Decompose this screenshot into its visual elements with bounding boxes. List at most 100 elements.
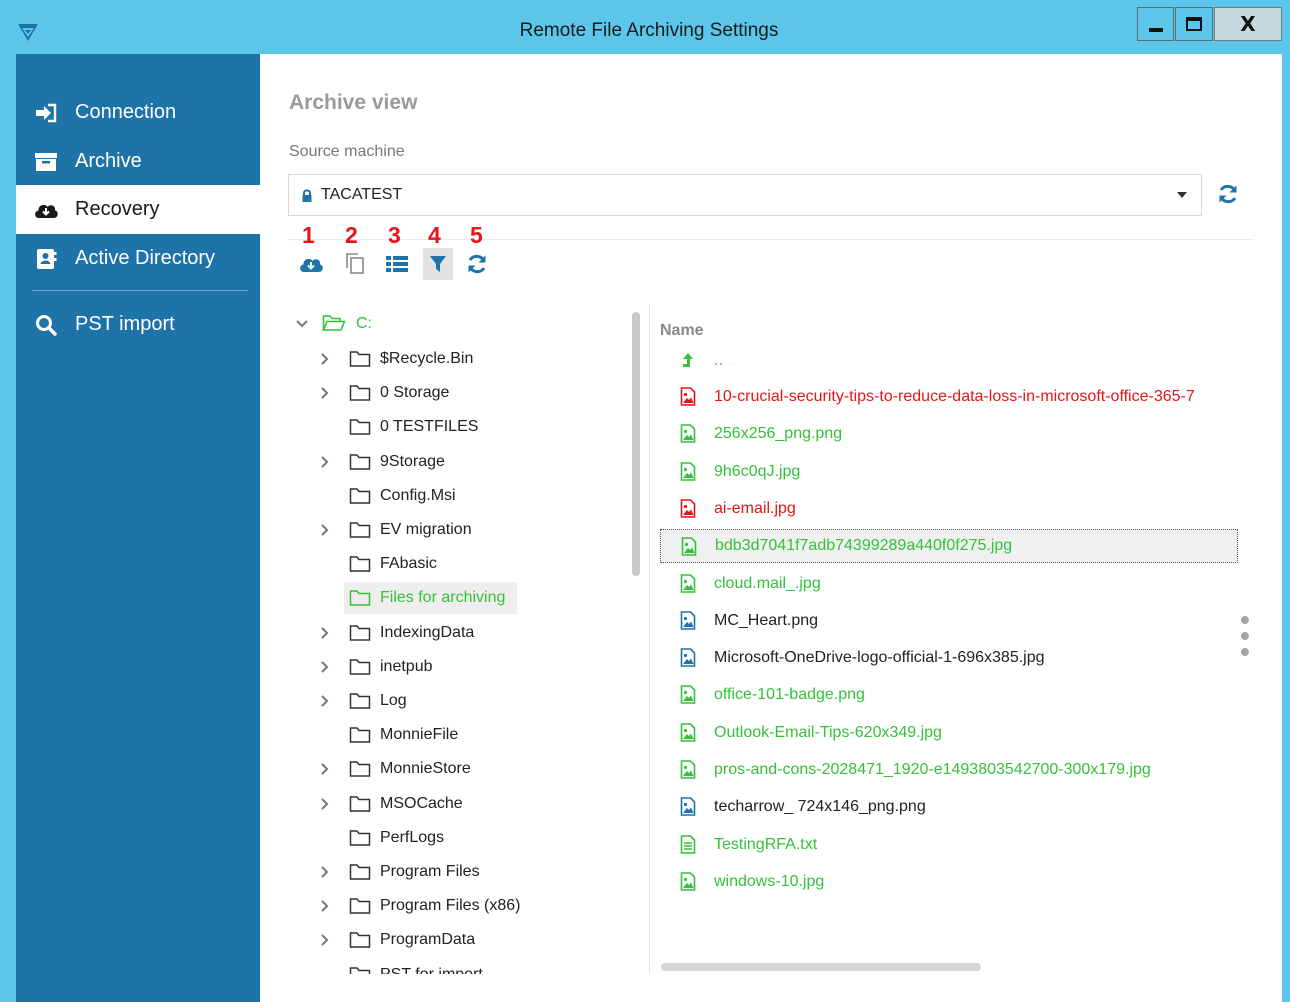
file-row[interactable]: 9h6c0qJ.jpg	[660, 455, 1238, 489]
tree-folder-item[interactable]: PST for import	[260, 960, 630, 974]
file-row[interactable]: TestingRFA.txt	[660, 828, 1238, 862]
tree-folder-label: MonnieFile	[380, 726, 459, 744]
filter-icon	[430, 256, 446, 272]
annotation-number: 5	[470, 222, 483, 248]
sidebar-item-label: PST import	[75, 313, 175, 335]
sidebar-item-archive[interactable]: Archive	[16, 137, 260, 186]
tree-folder-item[interactable]: PerfLogs	[260, 823, 630, 853]
file-row[interactable]: 256x256_png.png	[660, 417, 1238, 451]
image-file-icon	[681, 537, 697, 556]
folder-icon	[349, 624, 371, 641]
copy-button[interactable]	[340, 248, 370, 280]
file-row[interactable]: Outlook-Email-Tips-620x349.jpg	[660, 716, 1238, 750]
chevron-right-icon	[321, 455, 329, 468]
tree-folder-item[interactable]: MonnieStore	[260, 754, 630, 784]
file-row[interactable]: MC_Heart.png	[660, 604, 1238, 638]
tree-folder-label: PerfLogs	[380, 828, 445, 846]
minimize-button[interactable]	[1137, 7, 1174, 41]
more-options-icon[interactable]	[1240, 616, 1250, 664]
tree-folder-item[interactable]: ProgramData	[260, 925, 630, 955]
maximize-button[interactable]	[1175, 7, 1213, 41]
pane-splitter[interactable]	[649, 304, 650, 974]
source-machine-label: Source machine	[289, 143, 405, 160]
tree-folder-item[interactable]: 0 Storage	[260, 378, 630, 408]
cloud-download-icon	[300, 258, 323, 272]
file-row[interactable]: techarrow_ 724x146_png.png	[660, 790, 1238, 824]
tree-folder-item[interactable]: MSOCache	[260, 789, 630, 819]
file-name: TestingRFA.txt	[714, 835, 818, 853]
close-button[interactable]: X	[1214, 7, 1282, 41]
file-row[interactable]: ai-email.jpg	[660, 492, 1238, 526]
folder-icon	[349, 659, 371, 675]
source-machine-select[interactable]: TACATEST	[288, 174, 1202, 216]
horizontal-scrollbar[interactable]	[661, 963, 981, 971]
refresh-icon	[468, 254, 486, 274]
folder-icon	[349, 932, 371, 949]
file-name: MC_Heart.png	[714, 611, 819, 629]
close-icon: X	[1240, 12, 1256, 36]
tree-folder-label: MSOCache	[380, 794, 463, 812]
folder-icon	[349, 522, 371, 538]
file-row[interactable]: office-101-badge.png	[660, 678, 1238, 712]
folder-tree[interactable]: C: $Recycle.Bin 0 Storage 0 TESTFILES 9Stor…	[260, 304, 640, 974]
minimize-icon	[1148, 28, 1163, 32]
level-up-icon	[683, 353, 693, 367]
sidebar-item-active-directory[interactable]: Active Directory	[16, 234, 260, 283]
tree-folder-item[interactable]: 9Storage	[260, 447, 630, 477]
tree-scrollbar[interactable]	[632, 312, 640, 576]
filter-button[interactable]	[423, 248, 453, 280]
sidebar-item-connection[interactable]: Connection	[16, 88, 260, 137]
tree-folder-item[interactable]: Program Files (x86)	[260, 891, 630, 921]
name-column-header[interactable]: Name	[660, 322, 704, 340]
page-title: Archive view	[289, 91, 418, 114]
file-name: bdb3d7041f7adb74399289a440f0f275.jpg	[715, 537, 1013, 555]
tree-folder-item[interactable]: Program Files	[260, 857, 630, 887]
file-name: 10-crucial-security-tips-to-reduce-data-…	[714, 388, 1195, 405]
refresh-button[interactable]	[462, 248, 492, 280]
sidebar: Connection Archive Recovery Active Direc…	[16, 54, 260, 1002]
file-row[interactable]: pros-and-cons-2028471_1920-e149380354270…	[660, 753, 1238, 787]
tree-folder-item[interactable]: 0 TESTFILES	[260, 412, 630, 442]
folder-icon	[349, 727, 371, 743]
sidebar-item-pst-import[interactable]: PST import	[16, 300, 260, 349]
title-bar[interactable]: Remote File Archiving Settings X	[0, 0, 1290, 54]
image-file-icon	[680, 573, 696, 593]
chevron-right-icon	[321, 763, 329, 776]
list-view-button[interactable]	[382, 248, 412, 280]
parent-folder-row[interactable]: ..	[660, 344, 1238, 378]
image-file-icon	[680, 760, 696, 779]
tree-folder-item[interactable]: Log	[260, 686, 630, 716]
tree-folder-item[interactable]: Files for archiving	[260, 582, 630, 615]
tree-folder-label: Files for archiving	[380, 589, 506, 607]
tree-folder-label: ProgramData	[380, 931, 476, 949]
folder-icon	[349, 488, 371, 504]
file-row[interactable]: 10-crucial-security-tips-to-reduce-data-…	[660, 380, 1238, 414]
file-list[interactable]: .. 10-crucial-security-tips-to-reduce-da…	[660, 344, 1240, 964]
tree-folder-item[interactable]: Config.Msi	[260, 481, 630, 511]
list-view-icon	[386, 256, 408, 272]
tree-root[interactable]: C:	[260, 309, 630, 339]
chevron-right-icon	[321, 626, 329, 639]
chevron-right-icon	[321, 524, 329, 536]
tree-folder-item[interactable]: FAbasic	[260, 549, 630, 579]
image-file-icon	[680, 424, 696, 444]
file-row[interactable]: Microsoft-OneDrive-logo-official-1-696x3…	[660, 641, 1238, 675]
annotation-number: 3	[388, 222, 401, 248]
tree-folder-item[interactable]: $Recycle.Bin	[260, 344, 630, 374]
tree-folder-item[interactable]: EV migration	[260, 515, 630, 545]
tree-folder-item[interactable]: MonnieFile	[260, 720, 630, 750]
folder-icon	[349, 830, 371, 846]
refresh-source-button[interactable]	[1217, 183, 1239, 205]
file-row[interactable]: cloud.mail_.jpg	[660, 567, 1238, 601]
tree-folder-label: Log	[380, 692, 407, 709]
file-row[interactable]: bdb3d7041f7adb74399289a440f0f275.jpg	[660, 529, 1238, 564]
tree-folder-label: PST for import	[380, 966, 483, 974]
file-row[interactable]: windows-10.jpg	[660, 865, 1238, 899]
sidebar-item-recovery[interactable]: Recovery	[16, 185, 260, 234]
file-name: 256x256_png.png	[714, 425, 843, 443]
tree-folder-item[interactable]: inetpub	[260, 652, 630, 682]
tree-folder-item[interactable]: IndexingData	[260, 618, 630, 648]
chevron-right-icon	[321, 934, 329, 947]
file-name: ai-email.jpg	[714, 499, 796, 517]
restore-button[interactable]	[296, 248, 326, 280]
